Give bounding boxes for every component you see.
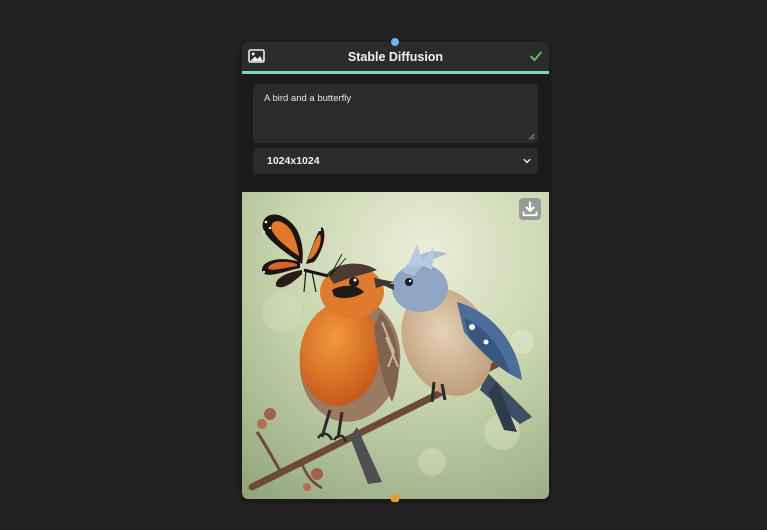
image-icon <box>248 49 265 63</box>
node-header[interactable]: Stable Diffusion <box>242 42 549 74</box>
resize-grip-icon[interactable] <box>528 133 535 140</box>
download-icon <box>522 201 538 217</box>
chevron-down-icon <box>523 158 531 164</box>
download-button[interactable] <box>519 198 541 220</box>
output-handle[interactable] <box>391 494 399 502</box>
node-title: Stable Diffusion <box>347 49 444 64</box>
prompt-textarea[interactable]: A bird and a butterfly <box>253 84 538 143</box>
flow-canvas[interactable]: Stable Diffusion A bird and a butterfly … <box>0 0 767 530</box>
size-select[interactable]: 1024x1024 <box>253 148 538 174</box>
bird-butterfly-illustration <box>242 192 549 499</box>
node-body: A bird and a butterfly 1024x1024 <box>242 74 549 174</box>
input-handle[interactable] <box>391 38 399 46</box>
size-select-value: 1024x1024 <box>267 155 320 167</box>
generated-image <box>242 192 549 499</box>
check-icon <box>530 51 542 61</box>
stable-diffusion-node[interactable]: Stable Diffusion A bird and a butterfly … <box>242 42 549 499</box>
prompt-text: A bird and a butterfly <box>264 93 352 104</box>
